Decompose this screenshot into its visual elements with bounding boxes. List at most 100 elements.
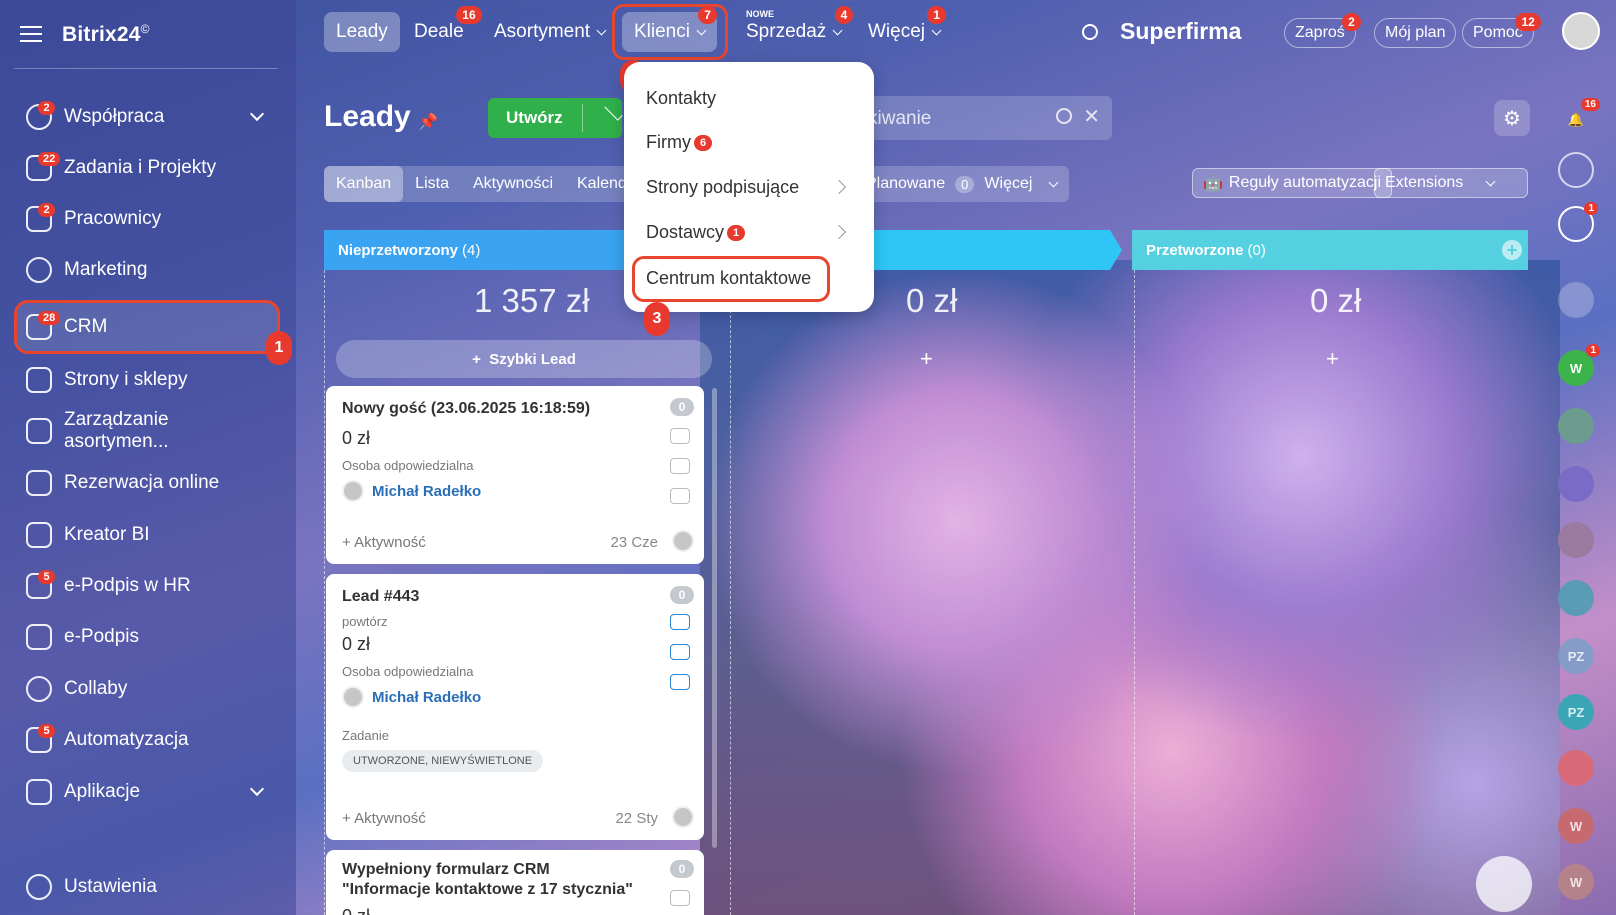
chevron-down-icon[interactable] [604, 102, 623, 121]
lead-card[interactable]: Nowy gość (23.06.2025 16:18:59) 0 0 zł O… [326, 386, 704, 564]
view-kanban[interactable]: Kanban [324, 166, 404, 202]
add-lead-button[interactable]: + [1326, 346, 1339, 372]
menu-item-dostawcy[interactable]: Dostawcy 1 [646, 222, 746, 243]
bell-icon[interactable]: 🔔 16 [1558, 98, 1600, 138]
view-aktywnosci[interactable]: Aktywności [461, 166, 565, 202]
badge: 5 [38, 724, 55, 738]
sidebar-item-crm[interactable]: 28 CRM [14, 305, 278, 349]
tab-wiecej[interactable]: Więcej 1 [856, 6, 952, 52]
sidebar-item-kreator-bi[interactable]: Kreator BI [14, 513, 278, 557]
pin-icon[interactable]: 📌 [418, 112, 438, 132]
menu-item-strony-podpisujace[interactable]: Strony podpisujące [646, 177, 856, 198]
avatar[interactable]: W [1558, 864, 1594, 900]
chat-icon[interactable]: 1 [1558, 202, 1598, 242]
video-icon[interactable] [1558, 750, 1594, 786]
avatar[interactable]: W [1558, 808, 1594, 844]
close-icon[interactable]: ✕ [1083, 104, 1100, 129]
more-filter[interactable]: Więcej [984, 175, 1032, 193]
mail-icon[interactable] [670, 458, 690, 474]
sidebar-item-zadania[interactable]: 22 Zadania i Projekty [14, 146, 278, 190]
badge: 22 [38, 152, 61, 166]
menu-item-centrum-kontaktowe[interactable]: Centrum kontaktowe [646, 268, 811, 289]
column-divider [1134, 270, 1135, 915]
phone-icon[interactable] [670, 614, 690, 630]
avatar[interactable] [1558, 466, 1594, 502]
card-title[interactable]: Wypełniony formularz CRM "Informacje kon… [342, 860, 642, 900]
marketing-icon [26, 257, 52, 283]
avatar[interactable] [1558, 522, 1594, 558]
sidebar-item-epodpis[interactable]: e-Podpis [14, 615, 278, 659]
step-marker-1: 1 [266, 331, 292, 365]
tab-klienci[interactable]: Klienci 7 [622, 6, 717, 52]
create-button[interactable]: Utwórz [488, 98, 623, 138]
company-name[interactable]: Superfirma [1120, 18, 1241, 45]
gear-icon[interactable]: ⚙ [1494, 100, 1530, 136]
responsible-person[interactable]: Michał Radełko [342, 686, 481, 708]
chevron-down-icon[interactable] [249, 106, 265, 122]
lead-card[interactable]: Lead #443 0 powtórz 0 zł Osoba odpowiedz… [326, 574, 704, 840]
add-activity-link[interactable]: + Aktywność [342, 810, 426, 827]
page-title: Leady [324, 100, 411, 133]
chat-icon[interactable] [670, 674, 690, 690]
sidebar-item-marketing[interactable]: Marketing [14, 248, 278, 292]
card-date: 22 Sty [615, 810, 658, 827]
avatar[interactable]: W1 [1558, 344, 1600, 386]
column-header-processed[interactable]: Przetworzone (0) + [1132, 230, 1528, 270]
my-plan-button[interactable]: Mój plan [1374, 18, 1457, 48]
app-logo[interactable]: Bitrix24© [62, 22, 150, 47]
add-lead-button[interactable]: + [920, 346, 933, 372]
view-lista[interactable]: Lista [403, 166, 461, 202]
menu-icon[interactable] [20, 26, 42, 42]
tab-deale[interactable]: Deale 16 [402, 6, 482, 52]
avatar[interactable] [1558, 580, 1594, 616]
quick-lead-button[interactable]: + Szybki Lead [336, 340, 712, 378]
avatar[interactable]: PZ [1558, 638, 1594, 674]
automation-rules-button[interactable]: 🤖 Reguły automatyzacji [1192, 168, 1392, 198]
avatar [342, 686, 364, 708]
phone-icon[interactable] [670, 890, 690, 906]
tab-leady[interactable]: Leady [324, 12, 400, 52]
tab-sprzedaz[interactable]: NOWE Sprzedaż 4 [734, 6, 854, 52]
chat-icon[interactable] [670, 488, 690, 504]
sidebar-item-label: e-Podpis [64, 626, 139, 647]
tab-asortyment[interactable]: Asortyment [482, 12, 617, 52]
sidebar-item-asortyment[interactable]: Zarządzanie asortymen... [14, 409, 278, 453]
invite-button[interactable]: Zaproś 2 [1284, 13, 1361, 48]
menu-item-kontakty[interactable]: Kontakty [646, 88, 716, 109]
sidebar-item-label: Automatyzacja [64, 729, 189, 750]
planned-label[interactable]: Planowane [866, 175, 945, 193]
card-title[interactable]: Nowy gość (23.06.2025 16:18:59) [342, 400, 590, 418]
sidebar-item-aplikacje[interactable]: Aplikacje [14, 770, 278, 814]
timer-icon[interactable] [1558, 282, 1594, 318]
sidebar-item-strony[interactable]: Strony i sklepy [14, 358, 278, 402]
sidebar-item-pracownicy[interactable]: 2 Pracownicy [14, 197, 278, 241]
card-title[interactable]: Lead #443 [342, 588, 419, 606]
chevron-down-icon[interactable] [249, 781, 265, 797]
add-icon[interactable]: + [1502, 240, 1522, 260]
sidebar-item-epodpis-hr[interactable]: 5 e-Podpis w HR [14, 564, 278, 608]
search-input[interactable]: kiwanie ✕ [858, 96, 1112, 140]
phone-icon[interactable] [670, 428, 690, 444]
sidebar-item-collaby[interactable]: Collaby [14, 667, 278, 711]
scrollbar[interactable] [712, 388, 717, 848]
extensions-button[interactable]: Extensions [1374, 168, 1528, 198]
chat-widget-button[interactable] [1476, 856, 1532, 912]
add-activity-link[interactable]: + Aktywność [342, 534, 426, 551]
help-button[interactable]: Pomoc 12 [1462, 13, 1541, 48]
badge: 2 [38, 101, 55, 115]
responsible-person[interactable]: Michał Radełko [342, 480, 481, 502]
avatar[interactable]: PZ [1558, 694, 1594, 730]
sidebar-item-wspolpraca[interactable]: 2 Współpraca [14, 95, 278, 139]
sidebar-settings[interactable]: Ustawienia [14, 865, 278, 909]
sidebar-item-rezerwacja[interactable]: Rezerwacja online [14, 461, 278, 505]
search-icon[interactable] [1082, 24, 1098, 40]
target-icon[interactable] [1558, 152, 1594, 188]
badge: 6 [693, 134, 713, 151]
lead-card[interactable]: Wypełniony formularz CRM "Informacje kon… [326, 850, 704, 915]
mail-icon[interactable] [670, 644, 690, 660]
avatar[interactable] [1558, 408, 1594, 444]
cart-icon [26, 367, 52, 393]
avatar[interactable] [1562, 12, 1600, 50]
menu-item-firmy[interactable]: Firmy 6 [646, 132, 713, 153]
sidebar-item-automatyzacja[interactable]: 5 Automatyzacja [14, 718, 278, 762]
